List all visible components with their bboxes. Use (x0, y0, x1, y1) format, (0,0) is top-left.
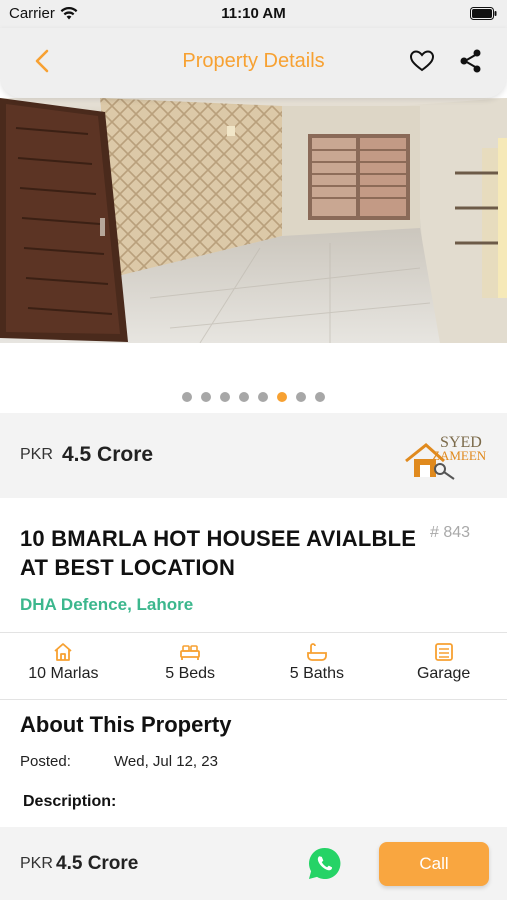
feature-beds-label: 5 Beds (165, 665, 216, 682)
carousel-dot[interactable] (315, 392, 325, 402)
feature-area-label: 10 Marlas (28, 665, 99, 682)
feature-beds: 5 Beds (127, 633, 254, 699)
property-title: 10 BMARLA HOT HOUSEE AVIALBLE AT BEST LO… (20, 526, 417, 580)
bath-icon (306, 643, 327, 661)
svg-text:ZAMEEN: ZAMEEN (432, 448, 487, 463)
price-amount: 4.5 Crore (62, 443, 154, 466)
posted-date: Wed, Jul 12, 23 (114, 753, 218, 770)
room-photo-illustration (0, 98, 507, 343)
bottom-price-currency: PKR (20, 855, 53, 872)
call-button[interactable]: Call (379, 842, 489, 886)
battery-icon (470, 7, 497, 20)
posted-label: Posted: (20, 753, 71, 770)
price-currency: PKR (20, 446, 53, 463)
about-section: About This Property Posted: Wed, Jul 12,… (0, 700, 507, 827)
carousel-dot[interactable] (220, 392, 230, 402)
carousel-area (0, 343, 507, 413)
carousel-dot[interactable] (277, 392, 287, 402)
features-row: 10 Marlas 5 Beds 5 Baths Garage (0, 632, 507, 700)
bottom-action-bar: PKR 4.5 Crore Call (0, 827, 507, 900)
feature-area: 10 Marlas (0, 633, 127, 699)
heart-icon[interactable] (408, 47, 436, 75)
carousel-dot[interactable] (182, 392, 192, 402)
garage-icon (434, 643, 453, 661)
feature-baths-label: 5 Baths (289, 665, 344, 682)
property-id: # 843 (430, 524, 471, 541)
feature-garage: Garage (380, 633, 507, 699)
share-icon[interactable] (458, 47, 484, 75)
description-label: Description: (23, 793, 117, 810)
feature-garage-label: Garage (416, 665, 471, 682)
bottom-price-amount: 4.5 Crore (56, 853, 139, 874)
navigation-bar: Property Details (0, 28, 507, 98)
price-bar: PKR 4.5 Crore SYED ZAMEEN (0, 413, 507, 498)
carousel-dot[interactable] (296, 392, 306, 402)
agency-logo: SYED ZAMEEN (405, 434, 487, 480)
property-location[interactable]: DHA Defence, Lahore (20, 595, 193, 615)
feature-baths: 5 Baths (254, 633, 381, 699)
carousel-dot[interactable] (258, 392, 268, 402)
about-heading: About This Property (20, 712, 232, 737)
property-photo[interactable] (0, 98, 507, 343)
bed-icon (180, 645, 201, 660)
carousel-dot[interactable] (201, 392, 211, 402)
status-bar: Carrier 11:10 AM (0, 0, 507, 28)
whatsapp-icon[interactable] (307, 846, 342, 881)
property-header: 10 BMARLA HOT HOUSEE AVIALBLE AT BEST LO… (0, 498, 507, 632)
carousel-pagination[interactable] (0, 392, 507, 402)
clock: 11:10 AM (221, 5, 286, 22)
home-icon (54, 643, 72, 661)
carousel-dot[interactable] (239, 392, 249, 402)
